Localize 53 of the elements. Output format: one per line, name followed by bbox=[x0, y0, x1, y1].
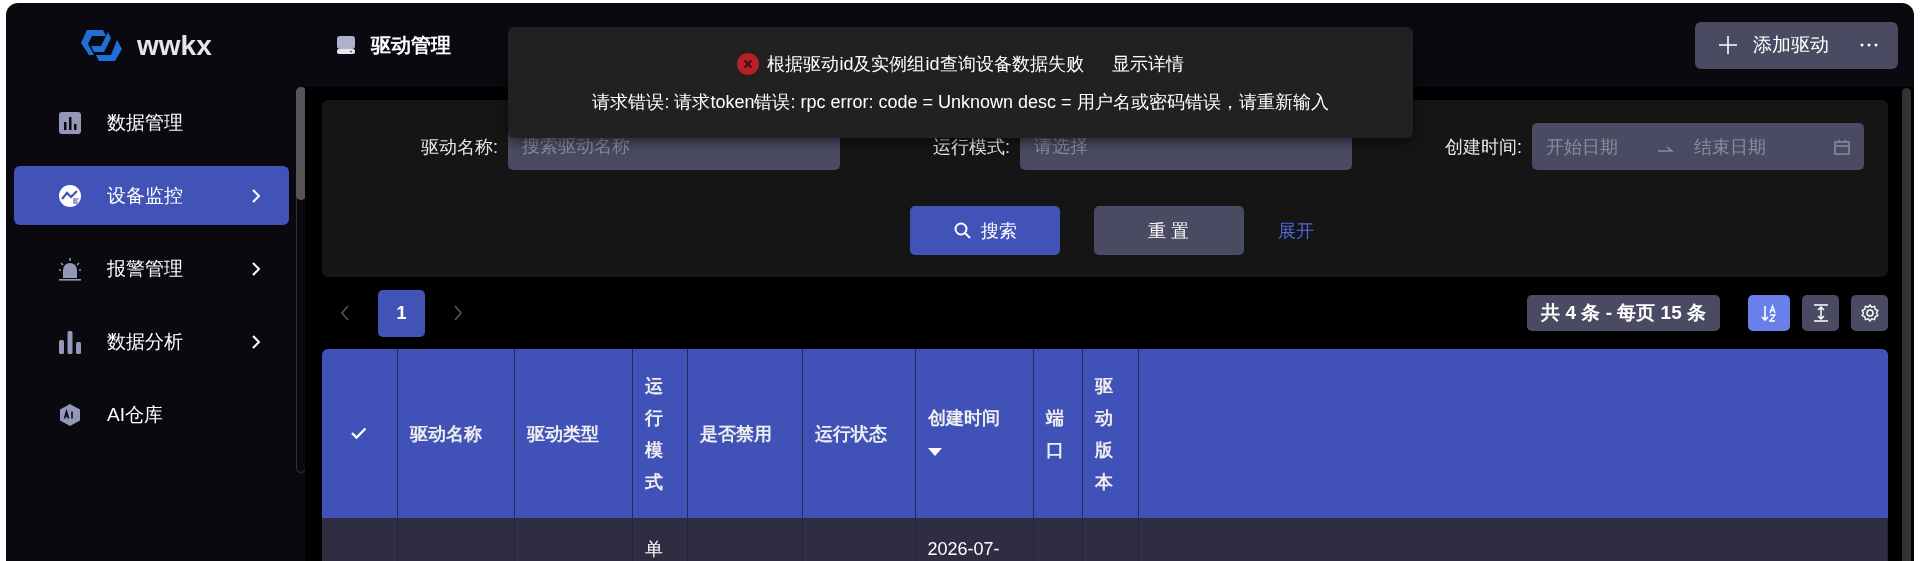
logo-text: wwkx bbox=[137, 30, 212, 62]
settings-button[interactable] bbox=[1851, 295, 1888, 331]
calendar-icon bbox=[1834, 138, 1850, 155]
column-header[interactable]: 运行模式 bbox=[632, 349, 687, 519]
add-driver-button[interactable]: 添加驱动 bbox=[1695, 21, 1898, 69]
page-button[interactable]: 1 bbox=[378, 289, 425, 337]
settings-icon bbox=[1860, 304, 1879, 322]
sidebar-item[interactable]: 报警管理 bbox=[14, 239, 289, 298]
monitor-icon bbox=[58, 183, 82, 208]
sidebar-item[interactable]: 数据管理 bbox=[14, 93, 289, 152]
logo-icon bbox=[81, 28, 125, 64]
more-icon bbox=[1860, 42, 1878, 48]
row-height-button[interactable] bbox=[1802, 295, 1839, 331]
search-button[interactable]: 搜索 bbox=[910, 206, 1060, 255]
column-header[interactable]: 驱动版本 bbox=[1082, 349, 1138, 519]
scrollbar-thumb[interactable] bbox=[296, 87, 306, 200]
sort-descending-icon[interactable] bbox=[927, 447, 942, 456]
chevron-left-icon[interactable] bbox=[340, 305, 350, 321]
column-header[interactable]: 端口 bbox=[1033, 349, 1082, 519]
error-message: 根据驱动id及实例组id查询设备数据失败 bbox=[767, 52, 1084, 76]
error-icon bbox=[737, 52, 760, 75]
field-label: 驱动名称: bbox=[420, 135, 498, 159]
siren-icon bbox=[58, 256, 82, 281]
report-icon bbox=[58, 110, 82, 135]
field-label: 运行模式: bbox=[932, 135, 1010, 159]
check-icon[interactable] bbox=[351, 425, 368, 440]
search-icon bbox=[953, 222, 971, 239]
row-height-icon bbox=[1811, 304, 1830, 322]
drive-icon bbox=[335, 34, 357, 56]
column-header[interactable]: 驱动类型 bbox=[514, 349, 632, 519]
chevron-right-icon[interactable] bbox=[453, 305, 463, 321]
plus-icon bbox=[1719, 36, 1737, 54]
table-cell: 2026-07- bbox=[915, 518, 1033, 561]
hexagon-icon bbox=[58, 402, 82, 427]
field-label: 创建时间: bbox=[1444, 135, 1522, 159]
sidebar-item[interactable]: AI仓库 bbox=[14, 385, 289, 444]
sort-icon bbox=[1760, 304, 1778, 322]
expand-link[interactable]: 展开 bbox=[1278, 218, 1314, 243]
detail-link[interactable]: 显示详情 bbox=[1111, 51, 1184, 76]
column-header[interactable]: 驱动名称 bbox=[397, 349, 514, 519]
column-header[interactable]: 是否禁用 bbox=[687, 349, 802, 519]
scrollbar-thumb[interactable] bbox=[1902, 88, 1911, 561]
reset-button[interactable]: 重 置 bbox=[1094, 206, 1244, 255]
column-header[interactable]: 运行状态 bbox=[802, 349, 915, 519]
bar-chart-icon bbox=[58, 329, 82, 354]
pagination-summary: 共 4 条 - 每页 15 条 bbox=[1527, 295, 1720, 331]
page-title: 驱动管理 bbox=[371, 32, 452, 58]
sidebar-item[interactable]: 数据分析 bbox=[14, 312, 289, 371]
sidebar-item[interactable]: 设备监控 bbox=[14, 166, 289, 225]
sort-button[interactable] bbox=[1748, 295, 1790, 331]
error-description: 请求错误: 请求token错误: rpc error: code = Unknown desc = 用户名或密码错误，请重新输入 bbox=[592, 90, 1329, 114]
table-cell: 单 bbox=[632, 518, 687, 561]
column-label: 创建时间 bbox=[927, 407, 1000, 428]
